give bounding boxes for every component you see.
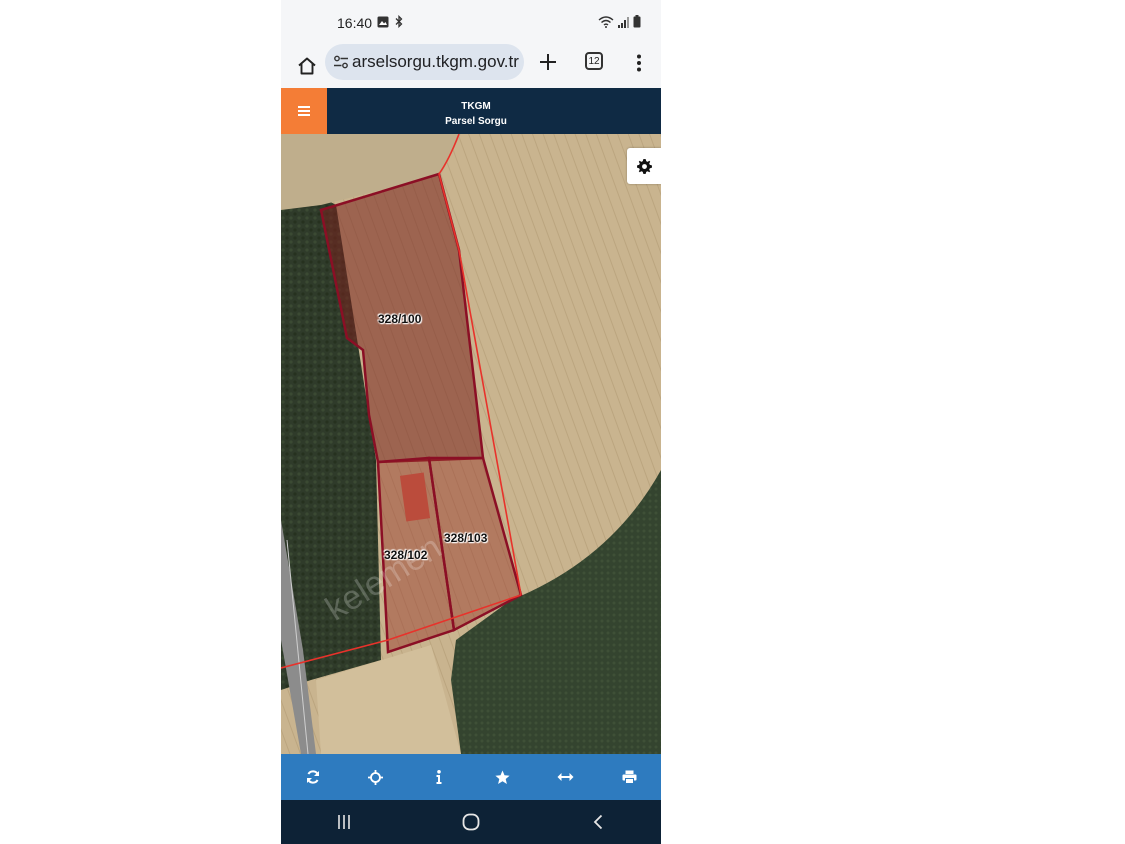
parcel-label: 328/100 <box>378 312 422 326</box>
tabs-icon[interactable]: 12 <box>585 52 603 70</box>
url-text[interactable]: arselsorgu.tkgm.gov.tr <box>352 52 519 72</box>
map-view[interactable]: kelemen 328/100 328/102 328/103 <box>281 134 661 754</box>
status-time: 16:40 <box>337 15 373 31</box>
browser-toolbar: arselsorgu.tkgm.gov.tr 12 <box>281 44 661 88</box>
home-circle-icon[interactable] <box>408 800 535 844</box>
wifi-icon <box>598 15 614 33</box>
plus-icon <box>540 54 556 70</box>
star-icon[interactable] <box>471 754 534 800</box>
app-header: TKGM Parsel Sorgu <box>281 88 661 134</box>
map-toolbar <box>281 754 661 800</box>
tab-count: 12 <box>588 55 600 67</box>
refresh-icon[interactable] <box>281 754 344 800</box>
status-bar: 16:40 <box>281 0 661 44</box>
app-subtitle: Parsel Sorgu <box>445 116 507 127</box>
info-icon[interactable] <box>408 754 471 800</box>
tune-icon[interactable] <box>333 54 349 70</box>
crosshair-icon[interactable] <box>344 754 407 800</box>
home-icon <box>298 57 316 75</box>
home-button[interactable] <box>291 50 323 82</box>
more-vert-icon[interactable] <box>629 50 649 76</box>
phone-screen: 16:40 arselsorgu.tkgm.gov.tr 12 TKGM Par… <box>281 0 661 844</box>
parcel-label: 328/103 <box>444 531 488 545</box>
settings-button[interactable] <box>627 148 661 184</box>
battery-icon <box>633 15 641 33</box>
hamburger-icon[interactable] <box>281 88 327 134</box>
bluetooth-icon <box>395 14 403 33</box>
signal-icon <box>618 15 629 33</box>
map-imagery <box>281 134 661 754</box>
new-tab-button[interactable] <box>534 48 562 76</box>
system-nav-bar <box>281 800 661 844</box>
gear-icon <box>636 158 652 174</box>
address-bar[interactable]: arselsorgu.tkgm.gov.tr <box>325 44 524 80</box>
back-icon[interactable] <box>534 800 661 844</box>
parcel-label: 328/102 <box>384 548 428 562</box>
print-icon[interactable] <box>598 754 661 800</box>
recent-apps-icon[interactable] <box>281 800 408 844</box>
image-icon <box>377 15 389 33</box>
app-title: TKGM <box>461 101 491 112</box>
measure-icon[interactable] <box>534 754 597 800</box>
